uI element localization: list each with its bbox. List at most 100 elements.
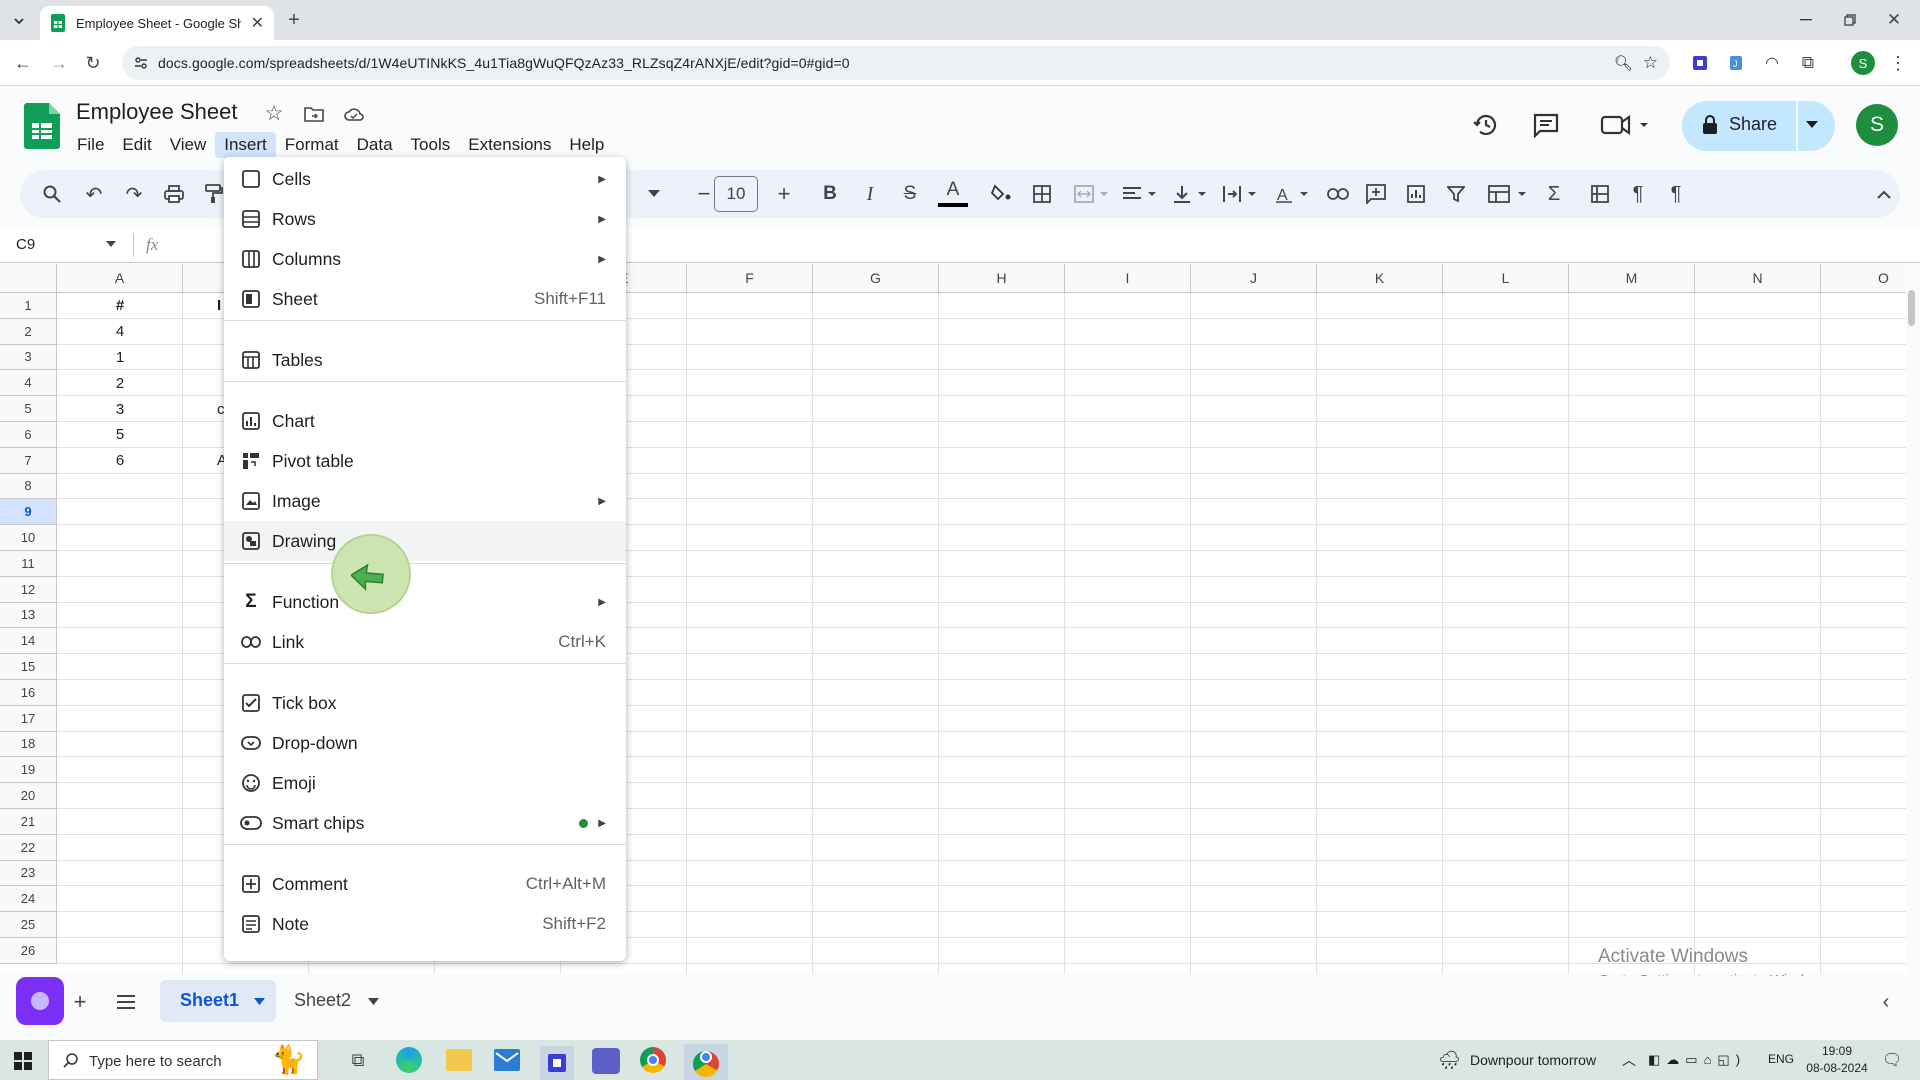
share-dropdown-icon[interactable] <box>1806 121 1818 129</box>
cloud-status-icon[interactable] <box>341 102 367 126</box>
filter-views-icon[interactable] <box>1486 182 1530 206</box>
row-header[interactable]: 10 <box>0 525 57 551</box>
profile-avatar[interactable]: S <box>1851 51 1875 75</box>
cell-a[interactable]: 3 <box>57 396 183 422</box>
row-header[interactable]: 14 <box>0 628 57 655</box>
add-sheet-icon[interactable]: + <box>68 989 92 1014</box>
extension-icon-3[interactable]: ◠ <box>1761 52 1783 74</box>
menu-item-drawing[interactable]: Drawing <box>224 521 626 561</box>
bookmark-star-icon[interactable]: ☆ <box>1643 53 1658 73</box>
edge-browser-icon[interactable] <box>396 1047 422 1073</box>
taskbar-search-box[interactable]: Type here to search 🐈 <box>48 1040 318 1080</box>
row-header[interactable]: 20 <box>0 783 57 809</box>
column-header[interactable]: N <box>1695 264 1821 293</box>
increase-font-size-icon[interactable]: + <box>772 181 796 206</box>
sheets-logo-icon[interactable] <box>24 103 60 149</box>
tab-search-icon[interactable] <box>8 10 30 32</box>
row-header[interactable]: 16 <box>0 680 57 706</box>
teams-icon[interactable] <box>592 1048 620 1074</box>
all-sheets-icon[interactable] <box>114 990 138 1014</box>
column-header[interactable]: O <box>1821 264 1906 293</box>
text-rotation-icon[interactable]: A <box>1272 182 1312 206</box>
collapse-toolbar-icon[interactable] <box>1872 182 1896 206</box>
column-header[interactable]: F <box>687 264 813 293</box>
row-header[interactable]: 8 <box>0 473 57 500</box>
star-icon[interactable]: ☆ <box>262 101 286 125</box>
cell-a[interactable]: # <box>57 293 183 319</box>
ltr-icon[interactable]: ¶ <box>1626 182 1650 206</box>
windows-start-icon[interactable] <box>14 1052 32 1070</box>
forward-icon[interactable]: → <box>48 52 70 74</box>
tray-icons[interactable]: ◧☁▭⌂◱) <box>1648 1052 1746 1068</box>
cell-a[interactable]: 5 <box>57 422 183 448</box>
print-icon[interactable] <box>162 182 186 206</box>
row-header[interactable]: 7 <box>0 447 57 474</box>
file-explorer-icon[interactable] <box>446 1049 472 1071</box>
font-size-input[interactable]: 10 <box>714 176 758 212</box>
clock[interactable]: 19:09 08-08-2024 <box>1804 1044 1870 1075</box>
row-header[interactable]: 2 <box>0 318 57 345</box>
bold-icon[interactable]: B <box>818 182 842 206</box>
menu-insert[interactable]: Insert <box>215 132 276 158</box>
insert-link-icon[interactable] <box>1326 182 1350 206</box>
row-header[interactable]: 19 <box>0 757 57 784</box>
chrome-icon-1[interactable] <box>640 1047 666 1073</box>
insert-comment-icon[interactable] <box>1364 182 1388 206</box>
language-indicator[interactable]: ENG <box>1768 1052 1794 1066</box>
meet-icon[interactable] <box>1598 109 1654 141</box>
tray-chevron-icon[interactable]: ︿ <box>1622 1050 1636 1070</box>
row-header[interactable]: 4 <box>0 370 57 397</box>
move-folder-icon[interactable] <box>302 102 326 126</box>
column-header[interactable]: I <box>1065 264 1191 293</box>
menu-data[interactable]: Data <box>348 132 402 158</box>
menu-file[interactable]: File <box>68 132 113 158</box>
browser-tab-active[interactable]: Employee Sheet - Google Sheets ✕ <box>40 6 274 40</box>
row-header[interactable]: 21 <box>0 809 57 835</box>
row-header[interactable]: 25 <box>0 912 57 938</box>
menu-item-drop-down[interactable]: Drop-down <box>224 723 626 763</box>
chrome-icon-2-active[interactable] <box>684 1044 728 1080</box>
task-view-icon[interactable]: ⧉ <box>346 1048 370 1072</box>
row-header[interactable]: 15 <box>0 654 57 680</box>
assistant-app-icon[interactable] <box>16 977 64 1025</box>
taskbar-app-1[interactable] <box>540 1046 574 1080</box>
fill-color-icon[interactable] <box>988 180 1014 206</box>
address-bar[interactable]: docs.google.com/spreadsheets/d/1W4eUTINk… <box>122 46 1670 80</box>
weather-text[interactable]: Downpour tomorrow <box>1470 1052 1596 1068</box>
row-header[interactable]: 3 <box>0 344 57 371</box>
menu-extensions[interactable]: Extensions <box>459 132 560 158</box>
version-history-icon[interactable] <box>1470 109 1502 141</box>
menu-item-link[interactable]: Link Ctrl+K <box>224 622 626 662</box>
undo-icon[interactable]: ↶ <box>82 182 106 206</box>
menu-edit[interactable]: Edit <box>113 132 160 158</box>
merge-cells-icon[interactable] <box>1072 182 1112 206</box>
zoom-icon[interactable]: 🔍︎ <box>1614 54 1633 72</box>
cell-b-partial[interactable]: I <box>217 293 221 319</box>
vertical-scrollbar[interactable] <box>1908 290 1915 326</box>
menu-help[interactable]: Help <box>560 132 613 158</box>
select-all-corner[interactable] <box>0 264 57 293</box>
menu-tools[interactable]: Tools <box>402 132 460 158</box>
menu-item-rows[interactable]: Rows ▶ <box>224 199 626 239</box>
column-header[interactable]: M <box>1569 264 1695 293</box>
menu-item-cells[interactable]: Cells ▶ <box>224 159 626 199</box>
menu-item-comment[interactable]: Comment Ctrl+Alt+M <box>224 864 626 904</box>
row-header[interactable]: 12 <box>0 576 57 603</box>
insert-chart-icon[interactable] <box>1404 182 1428 206</box>
sheet2-dropdown-icon[interactable] <box>368 998 379 1005</box>
vertical-align-icon[interactable] <box>1170 182 1210 206</box>
sheet-tab-sheet2[interactable]: Sheet2 <box>280 980 390 1022</box>
site-settings-icon[interactable] <box>134 56 148 70</box>
column-header[interactable]: A <box>57 264 183 293</box>
text-color-icon[interactable]: A <box>938 178 968 210</box>
row-header[interactable]: 26 <box>0 938 57 964</box>
document-title[interactable]: Employee Sheet <box>76 99 237 125</box>
close-window-icon[interactable]: ✕ <box>1884 10 1904 30</box>
rtl-icon[interactable]: ¶ <box>1664 182 1688 206</box>
menu-item-tables[interactable]: Tables <box>224 340 626 380</box>
borders-icon[interactable] <box>1030 182 1054 206</box>
text-wrapping-icon[interactable] <box>1220 182 1260 206</box>
menu-item-function[interactable]: Σ Function ▶ <box>224 582 626 622</box>
column-header[interactable]: K <box>1317 264 1443 293</box>
menu-item-image[interactable]: Image ▶ <box>224 481 626 521</box>
